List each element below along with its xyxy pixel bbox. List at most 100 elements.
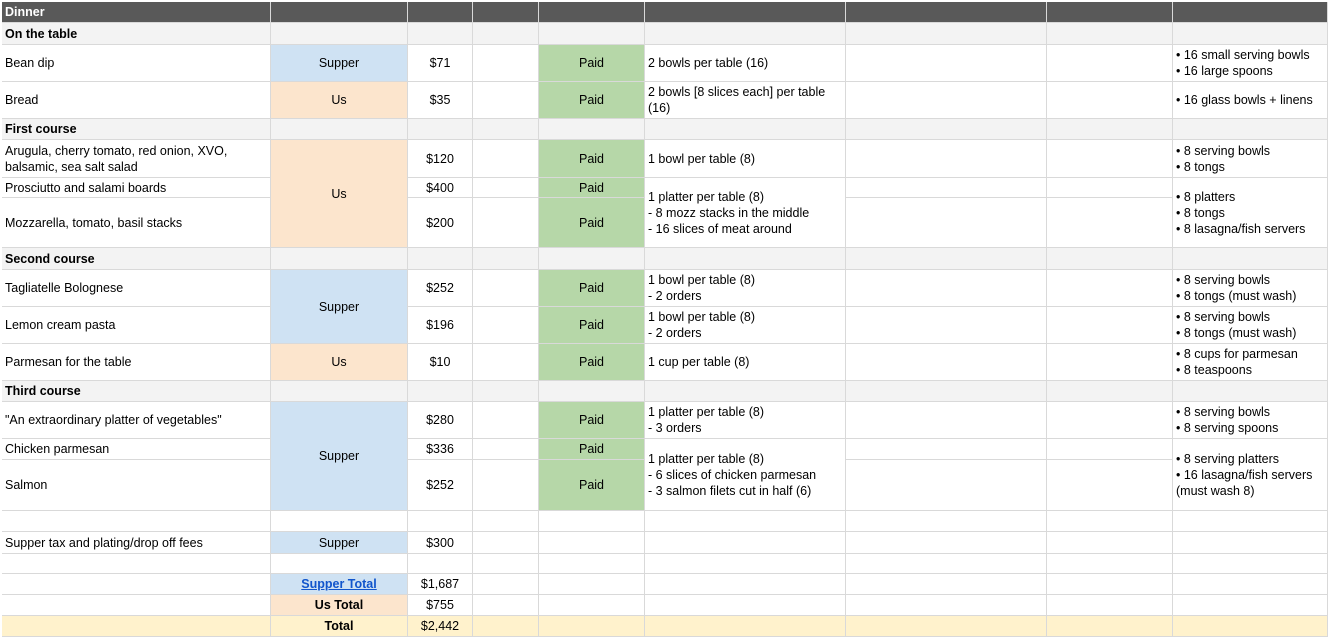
supplies-cell-merged[interactable]: • 8 platters • 8 tongs • 8 lasagna/fish … — [1173, 178, 1328, 248]
total-value-cell[interactable]: $2,442 — [408, 616, 473, 637]
section-cell[interactable] — [846, 381, 1047, 402]
item-name-cell[interactable]: Supper tax and plating/drop off fees — [2, 532, 271, 554]
section-cell[interactable] — [1173, 23, 1328, 45]
section-cell[interactable] — [271, 23, 408, 45]
section-cell[interactable] — [271, 381, 408, 402]
empty-cell[interactable] — [846, 307, 1047, 344]
price-cell[interactable]: $71 — [408, 45, 473, 82]
total-row-cell[interactable] — [846, 616, 1047, 637]
header-cell[interactable] — [1173, 2, 1328, 23]
section-cell[interactable] — [645, 119, 846, 140]
empty-cell[interactable] — [1047, 532, 1173, 554]
header-cell[interactable] — [539, 2, 645, 23]
supplies-cell[interactable]: • 16 small serving bowls • 16 large spoo… — [1173, 45, 1328, 82]
section-cell[interactable] — [539, 23, 645, 45]
empty-cell[interactable] — [645, 574, 846, 595]
supplies-cell[interactable]: • 8 serving bowls • 8 tongs — [1173, 140, 1328, 178]
supper-total-value-cell[interactable]: $1,687 — [408, 574, 473, 595]
item-name-cell[interactable]: "An extraordinary platter of vegetables" — [2, 402, 271, 439]
section-cell[interactable] — [539, 381, 645, 402]
section-cell[interactable] — [1047, 23, 1173, 45]
section-first-course[interactable]: First course — [2, 119, 271, 140]
total-label-cell[interactable]: Total — [271, 616, 408, 637]
vendor-cell-merged[interactable]: Supper — [271, 270, 408, 344]
header-cell[interactable] — [408, 2, 473, 23]
empty-cell[interactable] — [408, 554, 473, 574]
price-cell[interactable]: $200 — [408, 198, 473, 248]
section-cell[interactable] — [645, 248, 846, 270]
empty-cell[interactable] — [1047, 307, 1173, 344]
empty-cell[interactable] — [846, 511, 1047, 532]
vendor-cell[interactable]: Us — [271, 344, 408, 381]
empty-cell[interactable] — [1047, 574, 1173, 595]
empty-cell[interactable] — [1047, 402, 1173, 439]
section-cell[interactable] — [1047, 248, 1173, 270]
section-cell[interactable] — [473, 381, 539, 402]
status-cell[interactable]: Paid — [539, 439, 645, 460]
supplies-cell-merged[interactable]: • 8 serving platters • 16 lasagna/fish s… — [1173, 439, 1328, 511]
empty-cell[interactable] — [2, 554, 271, 574]
empty-cell[interactable] — [846, 595, 1047, 616]
item-name-cell[interactable]: Mozzarella, tomato, basil stacks — [2, 198, 271, 248]
empty-cell[interactable] — [1047, 198, 1173, 248]
price-cell[interactable]: $300 — [408, 532, 473, 554]
portion-cell-merged[interactable]: 1 platter per table (8) - 6 slices of ch… — [645, 439, 846, 511]
vendor-cell-merged[interactable]: Supper — [271, 402, 408, 511]
empty-cell[interactable] — [473, 270, 539, 307]
empty-cell[interactable] — [846, 198, 1047, 248]
item-name-cell[interactable]: Chicken parmesan — [2, 439, 271, 460]
total-row-cell[interactable] — [2, 616, 271, 637]
empty-cell[interactable] — [846, 439, 1047, 460]
empty-cell[interactable] — [473, 82, 539, 119]
empty-cell[interactable] — [539, 554, 645, 574]
empty-cell[interactable] — [473, 511, 539, 532]
section-on-table[interactable]: On the table — [2, 23, 271, 45]
empty-cell[interactable] — [473, 554, 539, 574]
supper-total-label-cell[interactable]: Supper Total — [271, 574, 408, 595]
empty-cell[interactable] — [2, 574, 271, 595]
empty-cell[interactable] — [846, 460, 1047, 511]
empty-cell[interactable] — [473, 45, 539, 82]
price-cell[interactable]: $252 — [408, 460, 473, 511]
total-row-cell[interactable] — [1047, 616, 1173, 637]
status-cell[interactable]: Paid — [539, 198, 645, 248]
section-cell[interactable] — [1047, 381, 1173, 402]
empty-cell[interactable] — [539, 532, 645, 554]
portion-cell[interactable]: 1 bowl per table (8) — [645, 140, 846, 178]
empty-cell[interactable] — [1047, 511, 1173, 532]
empty-cell[interactable] — [1047, 554, 1173, 574]
section-cell[interactable] — [473, 119, 539, 140]
empty-cell[interactable] — [846, 82, 1047, 119]
empty-cell[interactable] — [473, 439, 539, 460]
section-cell[interactable] — [846, 23, 1047, 45]
portion-cell[interactable]: 1 cup per table (8) — [645, 344, 846, 381]
empty-cell[interactable] — [473, 532, 539, 554]
status-cell[interactable]: Paid — [539, 178, 645, 198]
us-total-value-cell[interactable]: $755 — [408, 595, 473, 616]
total-row-cell[interactable] — [1173, 616, 1328, 637]
empty-cell[interactable] — [846, 140, 1047, 178]
header-cell[interactable] — [271, 2, 408, 23]
section-cell[interactable] — [271, 248, 408, 270]
empty-cell[interactable] — [408, 511, 473, 532]
dinner-header-cell[interactable]: Dinner — [2, 2, 271, 23]
empty-cell[interactable] — [645, 595, 846, 616]
empty-cell[interactable] — [645, 511, 846, 532]
price-cell[interactable]: $252 — [408, 270, 473, 307]
price-cell[interactable]: $196 — [408, 307, 473, 344]
supplies-cell[interactable]: • 8 serving bowls • 8 tongs (must wash) — [1173, 270, 1328, 307]
header-cell[interactable] — [846, 2, 1047, 23]
section-cell[interactable] — [645, 23, 846, 45]
empty-cell[interactable] — [846, 574, 1047, 595]
item-name-cell[interactable]: Prosciutto and salami boards — [2, 178, 271, 198]
price-cell[interactable]: $120 — [408, 140, 473, 178]
status-cell[interactable]: Paid — [539, 402, 645, 439]
vendor-cell[interactable]: Us — [271, 82, 408, 119]
section-cell[interactable] — [1173, 381, 1328, 402]
us-total-label-cell[interactable]: Us Total — [271, 595, 408, 616]
empty-cell[interactable] — [1047, 270, 1173, 307]
empty-cell[interactable] — [645, 554, 846, 574]
empty-cell[interactable] — [271, 554, 408, 574]
item-name-cell[interactable]: Lemon cream pasta — [2, 307, 271, 344]
vendor-cell[interactable]: Supper — [271, 532, 408, 554]
